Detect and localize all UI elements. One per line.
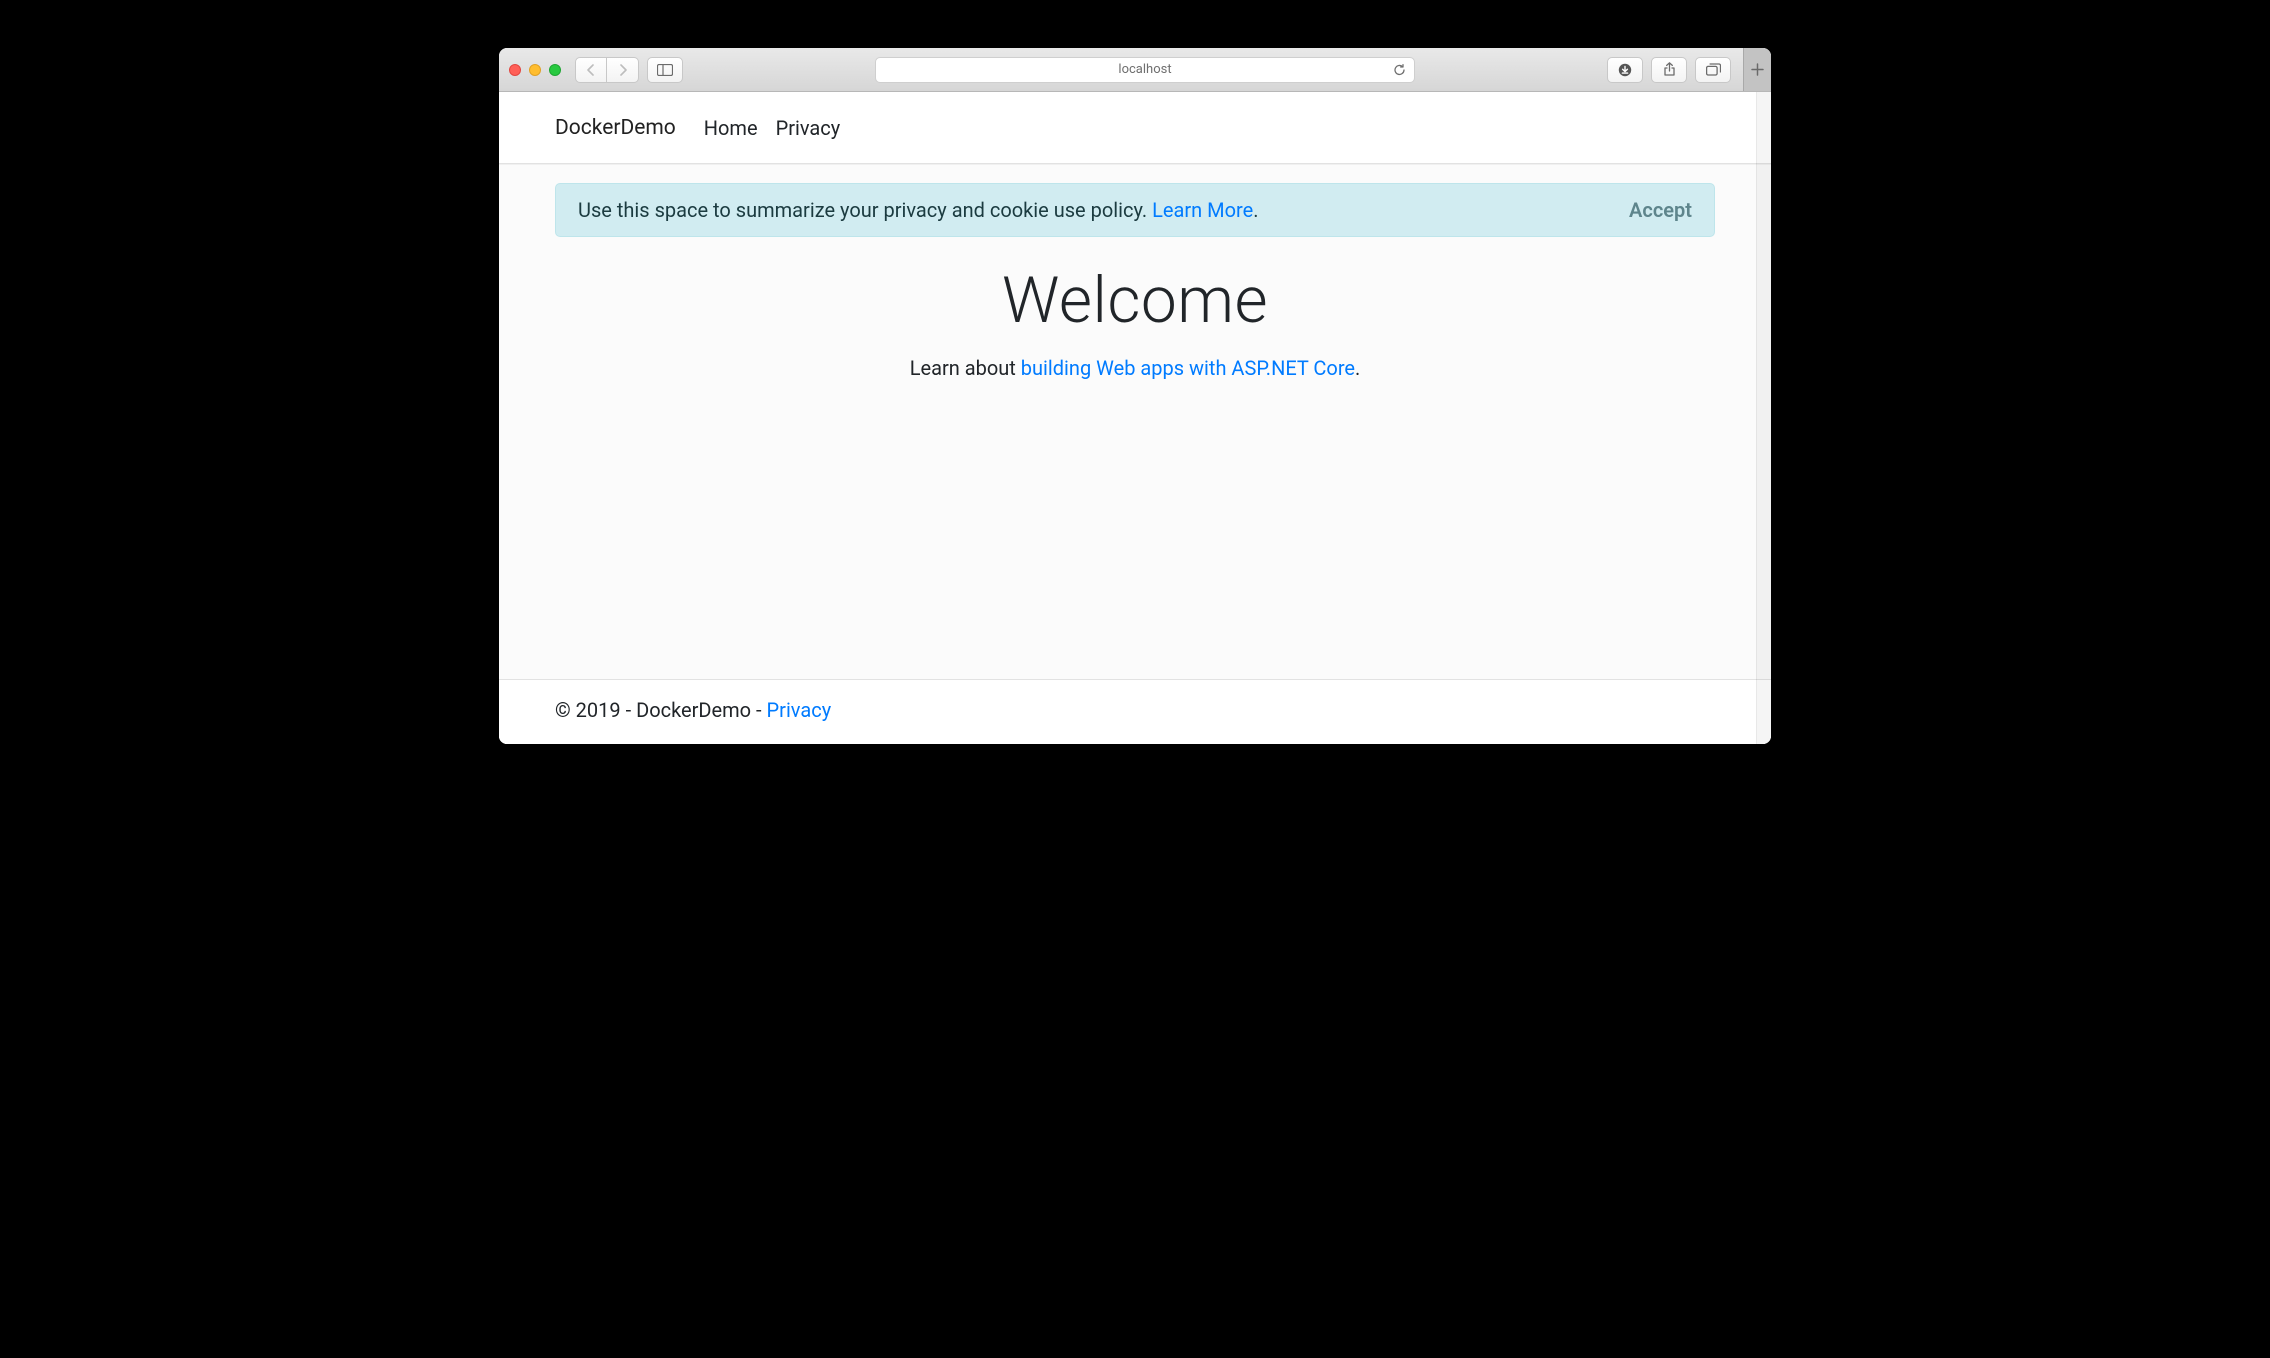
hero-lead-suffix: . — [1355, 356, 1360, 380]
sidebar-toggle-button[interactable] — [647, 57, 683, 83]
hero-lead: Learn about building Web apps with ASP.N… — [555, 356, 1715, 380]
reload-icon — [1393, 63, 1406, 76]
reload-button[interactable] — [1393, 63, 1406, 76]
download-icon — [1618, 63, 1632, 77]
accept-cookies-button[interactable]: Accept — [1629, 198, 1692, 222]
browser-window: localhost DockerDemo Home P — [499, 48, 1771, 744]
show-tabs-button[interactable] — [1695, 57, 1731, 83]
zoom-window-button[interactable] — [549, 64, 561, 76]
toolbar-right — [1607, 57, 1731, 83]
footer-privacy-link[interactable]: Privacy — [767, 698, 832, 722]
minimize-window-button[interactable] — [529, 64, 541, 76]
address-bar-container: localhost — [691, 57, 1599, 83]
chevron-left-icon — [586, 64, 596, 76]
hero-lead-link[interactable]: building Web apps with ASP.NET Core — [1021, 356, 1355, 380]
window-controls — [509, 64, 561, 76]
share-button[interactable] — [1651, 57, 1687, 83]
site-navbar: DockerDemo Home Privacy — [499, 92, 1771, 164]
forward-button[interactable] — [607, 57, 639, 83]
hero-lead-prefix: Learn about — [910, 356, 1021, 380]
nav-buttons — [575, 57, 639, 83]
page-viewport: DockerDemo Home Privacy Use this space t… — [499, 92, 1771, 744]
downloads-button[interactable] — [1607, 57, 1643, 83]
chevron-right-icon — [618, 64, 628, 76]
address-text: localhost — [1118, 62, 1171, 77]
nav-link-home[interactable]: Home — [704, 116, 758, 140]
new-tab-button[interactable] — [1743, 48, 1771, 91]
page-body: Use this space to summarize your privacy… — [499, 164, 1771, 679]
back-button[interactable] — [575, 57, 607, 83]
browser-toolbar: localhost — [499, 48, 1771, 92]
share-icon — [1663, 62, 1676, 77]
footer-text: © 2019 - DockerDemo - — [555, 698, 767, 722]
learn-more-link[interactable]: Learn More — [1152, 198, 1253, 222]
cookie-alert-text: Use this space to summarize your privacy… — [578, 198, 1152, 222]
hero-title: Welcome — [555, 263, 1715, 338]
cookie-alert: Use this space to summarize your privacy… — [555, 183, 1715, 237]
close-window-button[interactable] — [509, 64, 521, 76]
cookie-alert-message: Use this space to summarize your privacy… — [578, 198, 1259, 222]
site-footer: © 2019 - DockerDemo - Privacy — [499, 679, 1771, 744]
address-bar[interactable]: localhost — [875, 57, 1415, 83]
nav-link-privacy[interactable]: Privacy — [776, 116, 841, 140]
sidebar-icon — [657, 64, 673, 76]
plus-icon — [1751, 63, 1764, 76]
cookie-alert-period: . — [1253, 198, 1258, 222]
tabs-icon — [1706, 63, 1721, 76]
brand-link[interactable]: DockerDemo — [555, 116, 676, 140]
hero: Welcome Learn about building Web apps wi… — [555, 263, 1715, 380]
